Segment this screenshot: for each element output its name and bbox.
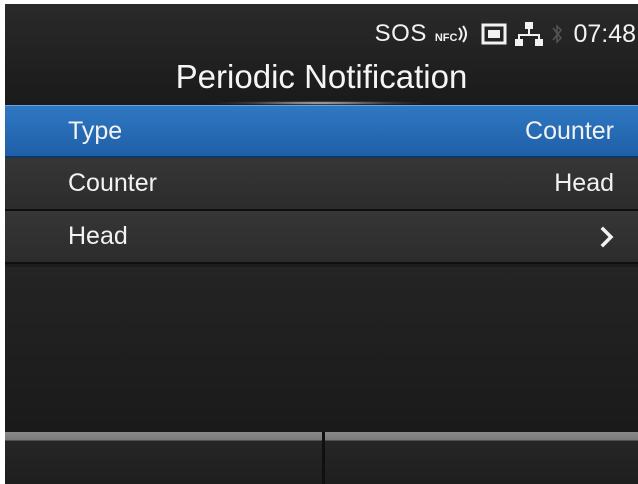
header: SOS NFC 07:48 Periodic Notification — [5, 4, 638, 105]
softkey-bar — [5, 432, 638, 484]
printer-screen: SOS NFC 07:48 Periodic Notification Type… — [5, 4, 638, 484]
right-softkey[interactable] — [325, 432, 638, 484]
menu-item-type[interactable]: Type Counter — [5, 105, 638, 158]
network-icon — [515, 21, 544, 47]
bluetooth-icon — [551, 22, 563, 46]
menu-item-label: Counter — [68, 169, 157, 197]
left-softkey[interactable] — [5, 432, 325, 484]
nfc-icon: NFC — [435, 24, 472, 44]
sos-indicator: SOS — [374, 20, 427, 47]
menu-item-label: Head — [68, 222, 128, 250]
menu-item-label: Type — [68, 116, 123, 145]
menu-item-head[interactable]: Head — [5, 211, 638, 264]
nfc-waves-icon — [458, 25, 468, 43]
status-bar: SOS NFC 07:48 — [375, 16, 636, 52]
nfc-label: NFC — [434, 32, 458, 44]
empty-list-area — [5, 267, 638, 432]
sd-card-icon — [481, 22, 507, 46]
clock: 07:48 — [573, 19, 636, 48]
chevron-right-icon — [600, 226, 614, 248]
menu-item-counter[interactable]: Counter Head — [5, 158, 638, 211]
page-title: Periodic Notification — [175, 58, 468, 95]
menu-item-value: Counter — [525, 116, 614, 145]
menu-item-value: Head — [554, 169, 614, 197]
settings-list: Type Counter Counter Head Head — [5, 105, 638, 264]
